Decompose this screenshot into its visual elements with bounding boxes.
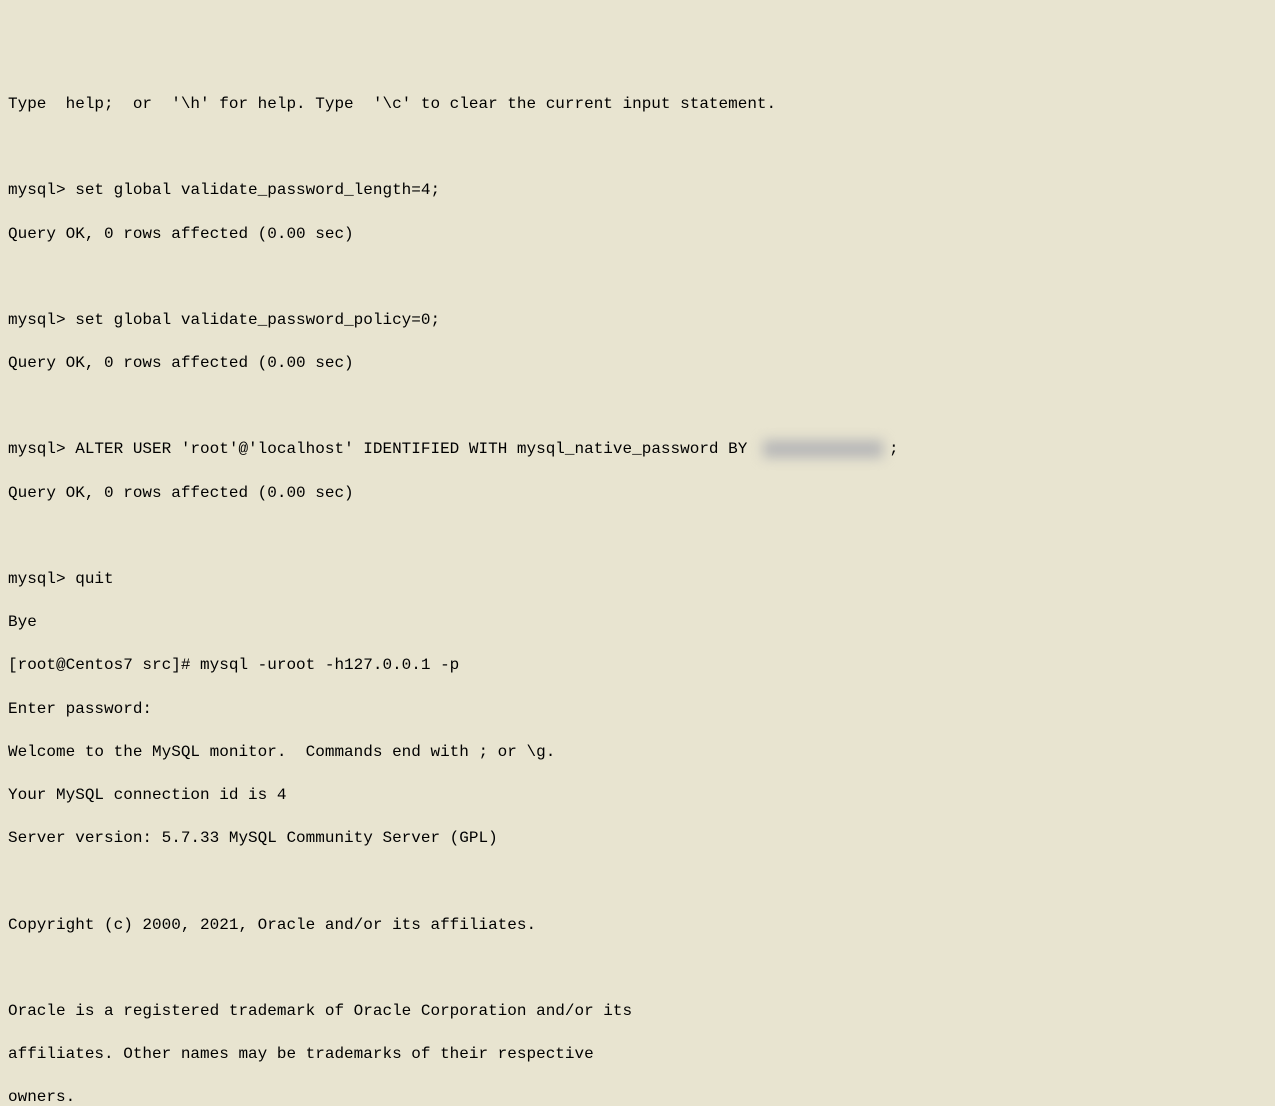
sql-line-4: mysql> quit [8, 569, 1267, 591]
sql-line-2: mysql> set global validate_password_poli… [8, 310, 1267, 332]
blank-line [8, 871, 1267, 893]
shell-prompt: [root@Centos7 src]# [8, 656, 200, 674]
mysql-prompt: mysql> [8, 181, 75, 199]
trademark-line-1: Oracle is a registered trademark of Orac… [8, 1001, 1267, 1023]
sql-result-3: Query OK, 0 rows affected (0.00 sec) [8, 483, 1267, 505]
blank-line [8, 526, 1267, 548]
terminal-panel[interactable]: Type help; or '\h' for help. Type '\c' t… [8, 86, 1267, 1106]
sql-cmd: quit [75, 570, 113, 588]
mysql-prompt: mysql> [8, 440, 75, 458]
shell-cmd: mysql -uroot -h127.0.0.1 -p [200, 656, 459, 674]
blank-line [8, 396, 1267, 418]
sql-cmd-pre: ALTER USER 'root'@'localhost' IDENTIFIED… [75, 440, 757, 458]
trademark-line-3: owners. [8, 1087, 1267, 1106]
sql-cmd: set global validate_password_length=4; [75, 181, 440, 199]
shell-line: [root@Centos7 src]# mysql -uroot -h127.0… [8, 655, 1267, 677]
blank-line [8, 137, 1267, 159]
copyright-line: Copyright (c) 2000, 2021, Oracle and/or … [8, 915, 1267, 937]
enter-password: Enter password: [8, 699, 1267, 721]
welcome-line-2: Your MySQL connection id is 4 [8, 785, 1267, 807]
sql-line-1: mysql> set global validate_password_leng… [8, 180, 1267, 202]
sql-line-3: mysql> ALTER USER 'root'@'localhost' IDE… [8, 439, 1267, 461]
sql-result-1: Query OK, 0 rows affected (0.00 sec) [8, 224, 1267, 246]
blank-line [8, 958, 1267, 980]
mysql-prompt: mysql> [8, 311, 75, 329]
sql-cmd: set global validate_password_policy=0; [75, 311, 440, 329]
trademark-line-2: affiliates. Other names may be trademark… [8, 1044, 1267, 1066]
redacted-password [763, 440, 883, 458]
sql-cmd-post: ; [889, 440, 899, 458]
mysql-prompt: mysql> [8, 570, 75, 588]
blank-line [8, 267, 1267, 289]
sql-result-4: Bye [8, 612, 1267, 634]
welcome-line-3: Server version: 5.7.33 MySQL Community S… [8, 828, 1267, 850]
sql-result-2: Query OK, 0 rows affected (0.00 sec) [8, 353, 1267, 375]
partial-top-line: Type help; or '\h' for help. Type '\c' t… [8, 94, 1267, 116]
welcome-line-1: Welcome to the MySQL monitor. Commands e… [8, 742, 1267, 764]
